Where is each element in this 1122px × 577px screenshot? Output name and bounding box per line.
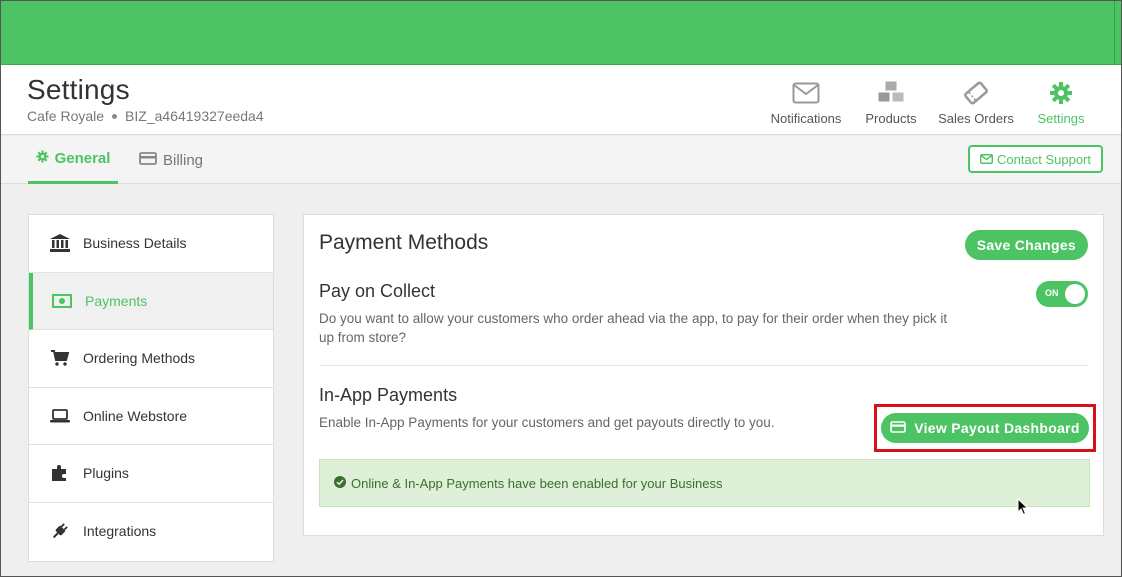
sidebar-item-online-webstore[interactable]: Online Webstore [29, 388, 273, 445]
tabs-bar: General Billing Contact Support [1, 136, 1121, 184]
in-app-payments-title: In-App Payments [319, 385, 458, 405]
page-title: Settings [27, 74, 130, 105]
tab-general-label: General [54, 150, 111, 167]
view-payout-dashboard-label: View Payout Dashboard [914, 420, 1080, 436]
alert-text: Online & In-App Payments have been enabl… [351, 475, 723, 491]
toggle-knob [1065, 284, 1085, 304]
bank-icon [49, 233, 71, 253]
settings-sidebar: Business Details Payments Ordering Metho… [28, 214, 274, 562]
payment-methods-panel: Payment Methods Save Changes Pay on Coll… [303, 214, 1104, 536]
contact-support-label: Contact Support [997, 151, 1091, 167]
gear-icon [1049, 79, 1073, 107]
top-nav: Notifications Products Sales Orders Sett… [761, 79, 1101, 126]
nav-sales-orders[interactable]: Sales Orders [931, 79, 1021, 126]
envelope-icon [980, 152, 993, 167]
check-circle-icon [334, 475, 346, 491]
toggle-label: ON [1045, 288, 1059, 298]
sidebar-item-label: Plugins [83, 465, 129, 482]
business-id: BIZ_a46419327eeda4 [125, 108, 264, 124]
nav-notifications-label: Notifications [770, 111, 842, 126]
money-icon [51, 291, 73, 311]
gear-icon [36, 150, 49, 167]
laptop-icon [49, 406, 71, 426]
sidebar-item-label: Ordering Methods [83, 350, 196, 367]
view-payout-dashboard-button[interactable]: View Payout Dashboard [881, 413, 1089, 443]
banner-edge [1114, 1, 1115, 65]
section-divider [319, 365, 1089, 366]
sidebar-item-label: Business Details [83, 235, 187, 252]
sidebar-item-integrations[interactable]: Integrations [29, 503, 273, 561]
tab-billing[interactable]: Billing [139, 136, 203, 184]
pay-on-collect-toggle[interactable]: ON [1036, 281, 1088, 307]
nav-products[interactable]: Products [851, 79, 931, 126]
panel-title: Payment Methods [319, 231, 489, 254]
tab-general[interactable]: General [28, 136, 118, 184]
payout-highlight-box: View Payout Dashboard [874, 404, 1096, 452]
cart-icon [49, 348, 71, 368]
tab-billing-label: Billing [163, 151, 204, 169]
sidebar-item-business-details[interactable]: Business Details [29, 215, 273, 273]
sidebar-item-plugins[interactable]: Plugins [29, 445, 273, 503]
nav-settings-label: Settings [1037, 111, 1085, 126]
sidebar-item-payments[interactable]: Payments [29, 272, 273, 330]
top-banner [1, 1, 1121, 65]
separator-dot [112, 113, 118, 119]
nav-products-label: Products [865, 111, 917, 126]
nav-sales-orders-label: Sales Orders [938, 111, 1014, 126]
sidebar-item-label: Integrations [83, 523, 157, 540]
ticket-icon [962, 79, 990, 107]
payments-enabled-alert: Online & In-App Payments have been enabl… [319, 459, 1090, 507]
pay-on-collect-description: Do you want to allow your customers who … [319, 311, 948, 345]
nav-notifications[interactable]: Notifications [761, 79, 851, 126]
credit-card-icon [890, 420, 907, 436]
credit-card-icon [139, 151, 157, 169]
save-changes-button[interactable]: Save Changes [964, 230, 1088, 260]
nav-settings[interactable]: Settings [1021, 79, 1101, 126]
mouse-cursor-icon [1017, 497, 1029, 521]
envelope-icon [792, 79, 820, 107]
business-name: Cafe Royale [27, 108, 105, 124]
boxes-icon [875, 79, 907, 107]
sidebar-item-label: Payments [85, 292, 148, 309]
in-app-payments-description: Enable In-App Payments for your customer… [319, 415, 775, 430]
sidebar-item-label: Online Webstore [83, 407, 188, 424]
business-subtitle: Cafe Royale BIZ_a46419327eeda4 [27, 108, 264, 124]
puzzle-icon [49, 463, 71, 483]
sidebar-item-ordering-methods[interactable]: Ordering Methods [29, 330, 273, 388]
plug-icon [49, 521, 71, 541]
app-frame: Settings Cafe Royale BIZ_a46419327eeda4 … [0, 0, 1122, 577]
page-header: Settings Cafe Royale BIZ_a46419327eeda4 … [1, 65, 1121, 135]
pay-on-collect-title: Pay on Collect [319, 281, 436, 301]
contact-support-button[interactable]: Contact Support [968, 145, 1103, 173]
